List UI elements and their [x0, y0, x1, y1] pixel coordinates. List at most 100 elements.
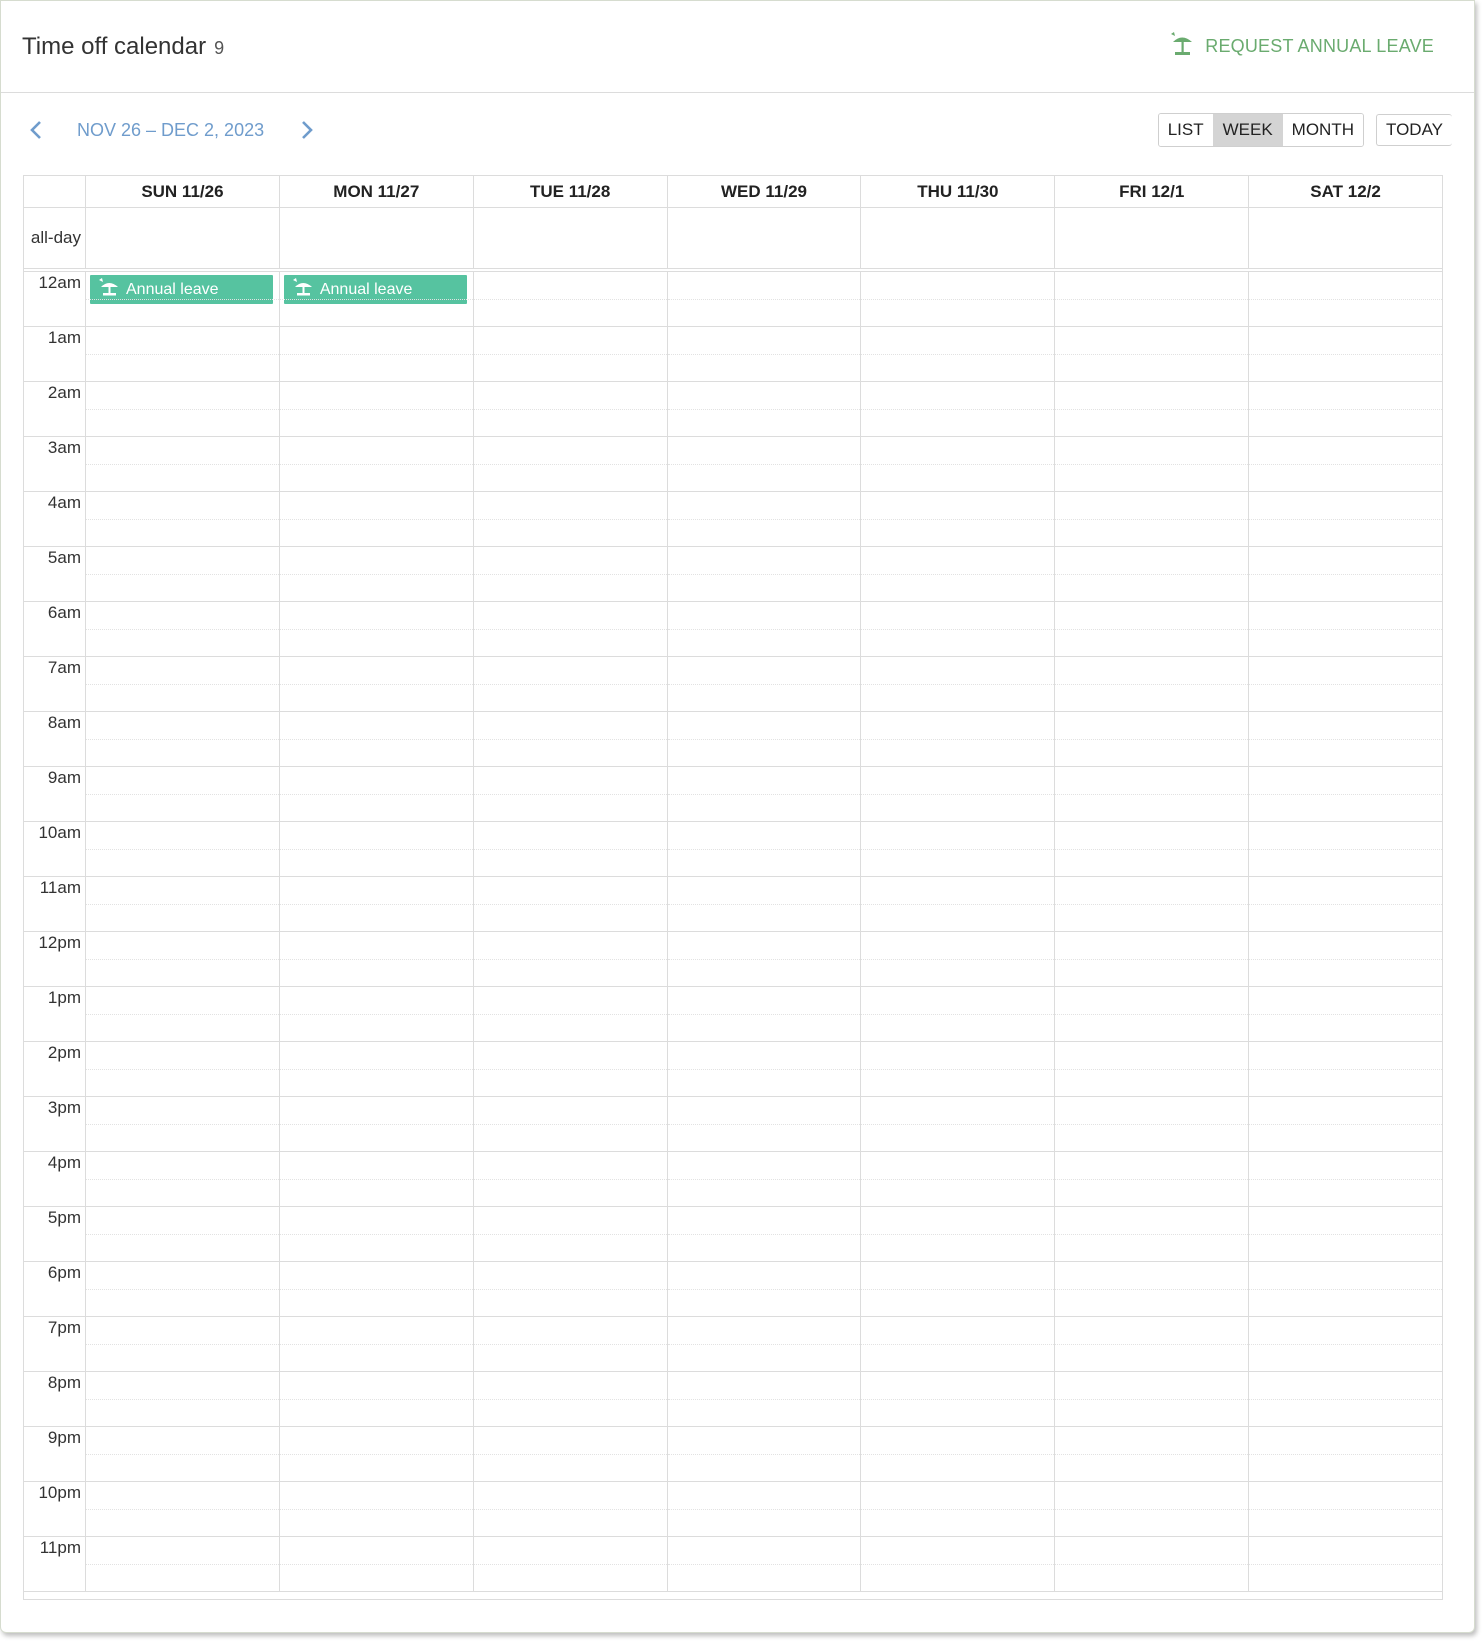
- time-slot[interactable]: [1055, 1317, 1249, 1372]
- time-slot[interactable]: [1249, 1152, 1443, 1207]
- time-slot[interactable]: [86, 657, 279, 712]
- time-slot[interactable]: [86, 327, 279, 382]
- all-day-cell[interactable]: [1055, 208, 1250, 268]
- time-slot[interactable]: [473, 932, 667, 987]
- time-slot[interactable]: [473, 382, 667, 437]
- time-slot[interactable]: [861, 437, 1055, 492]
- time-slot[interactable]: [86, 602, 279, 657]
- time-slot[interactable]: [667, 547, 861, 602]
- time-slot[interactable]: [86, 1207, 279, 1262]
- time-slot[interactable]: [667, 1317, 861, 1372]
- time-slot[interactable]: [473, 1427, 667, 1482]
- time-slot[interactable]: [861, 272, 1055, 327]
- time-slot[interactable]: [1249, 272, 1443, 327]
- time-slot[interactable]: [667, 712, 861, 767]
- time-slot[interactable]: [86, 437, 279, 492]
- time-slot[interactable]: [1249, 1317, 1443, 1372]
- time-slot[interactable]: [667, 602, 861, 657]
- time-slot[interactable]: [86, 712, 279, 767]
- time-slot[interactable]: [1249, 712, 1443, 767]
- time-slot[interactable]: [1055, 1097, 1249, 1152]
- time-slot[interactable]: [861, 712, 1055, 767]
- time-slot[interactable]: [861, 877, 1055, 932]
- time-slot[interactable]: [279, 1537, 473, 1592]
- time-slot[interactable]: [667, 1042, 861, 1097]
- time-slot[interactable]: [86, 1042, 279, 1097]
- time-slot[interactable]: [1055, 712, 1249, 767]
- time-slot[interactable]: [473, 272, 667, 327]
- all-day-cell[interactable]: [861, 208, 1056, 268]
- time-slot[interactable]: [667, 1482, 861, 1537]
- time-slot[interactable]: [861, 1317, 1055, 1372]
- time-slot[interactable]: [1249, 767, 1443, 822]
- time-slot[interactable]: [279, 1097, 473, 1152]
- time-slot[interactable]: [1055, 1537, 1249, 1592]
- time-slot[interactable]: [473, 877, 667, 932]
- time-slot[interactable]: [86, 1537, 279, 1592]
- time-slot[interactable]: [861, 1152, 1055, 1207]
- time-slot[interactable]: [1055, 1262, 1249, 1317]
- time-slot[interactable]: [861, 1372, 1055, 1427]
- all-day-cell[interactable]: [668, 208, 862, 268]
- time-slot[interactable]: [86, 1482, 279, 1537]
- time-slot[interactable]: [1249, 382, 1443, 437]
- time-slot[interactable]: [279, 822, 473, 877]
- time-slot[interactable]: [861, 547, 1055, 602]
- time-slot[interactable]: [86, 382, 279, 437]
- time-slot[interactable]: [1249, 1427, 1443, 1482]
- time-slot[interactable]: [86, 767, 279, 822]
- time-slot[interactable]: [279, 1262, 473, 1317]
- time-slot[interactable]: [1055, 1207, 1249, 1262]
- all-day-cell[interactable]: [1249, 208, 1442, 268]
- time-slot[interactable]: [1055, 822, 1249, 877]
- time-slot[interactable]: [279, 932, 473, 987]
- time-slot[interactable]: [279, 1317, 473, 1372]
- next-week-button[interactable]: [294, 117, 320, 143]
- time-slot[interactable]: [473, 327, 667, 382]
- time-slot[interactable]: [667, 327, 861, 382]
- time-slot[interactable]: [1055, 1152, 1249, 1207]
- time-slot[interactable]: [1249, 1042, 1443, 1097]
- time-slot[interactable]: [1055, 877, 1249, 932]
- time-slot[interactable]: [667, 272, 861, 327]
- time-slot[interactable]: [86, 877, 279, 932]
- time-slot[interactable]: [473, 1152, 667, 1207]
- time-slot[interactable]: [1055, 327, 1249, 382]
- time-slot[interactable]: [1055, 437, 1249, 492]
- time-slot[interactable]: [279, 1482, 473, 1537]
- time-slot[interactable]: [667, 767, 861, 822]
- time-slot[interactable]: [1249, 1262, 1443, 1317]
- time-slot[interactable]: [86, 492, 279, 547]
- time-slot[interactable]: [1249, 1482, 1443, 1537]
- time-slot[interactable]: [667, 437, 861, 492]
- week-view-button[interactable]: WEEK: [1213, 114, 1283, 146]
- time-slot[interactable]: [1249, 822, 1443, 877]
- time-slot[interactable]: [473, 822, 667, 877]
- request-annual-leave-button[interactable]: REQUEST ANNUAL LEAVE: [1167, 30, 1434, 63]
- time-slot[interactable]: [667, 382, 861, 437]
- time-slot[interactable]: [667, 657, 861, 712]
- time-slot[interactable]: [473, 767, 667, 822]
- time-slot[interactable]: [473, 1042, 667, 1097]
- time-slot[interactable]: [861, 767, 1055, 822]
- time-slot[interactable]: [861, 1207, 1055, 1262]
- time-slot[interactable]: [279, 327, 473, 382]
- time-slot[interactable]: [473, 1207, 667, 1262]
- time-slot[interactable]: [1249, 1207, 1443, 1262]
- time-slot[interactable]: [279, 712, 473, 767]
- time-slot[interactable]: [1055, 767, 1249, 822]
- time-slot[interactable]: [1249, 547, 1443, 602]
- time-slot[interactable]: [667, 1097, 861, 1152]
- time-slot[interactable]: [473, 1372, 667, 1427]
- all-day-cell[interactable]: [474, 208, 668, 268]
- annual-leave-event[interactable]: Annual leave: [90, 275, 273, 304]
- time-slot[interactable]: [1055, 272, 1249, 327]
- time-slot[interactable]: [1249, 1537, 1443, 1592]
- time-slot[interactable]: [861, 327, 1055, 382]
- all-day-cell[interactable]: [86, 208, 280, 268]
- time-slot[interactable]: [1249, 437, 1443, 492]
- time-slot[interactable]: [667, 1372, 861, 1427]
- time-slot[interactable]: [279, 492, 473, 547]
- time-slot[interactable]: [861, 492, 1055, 547]
- time-slot[interactable]: [861, 1537, 1055, 1592]
